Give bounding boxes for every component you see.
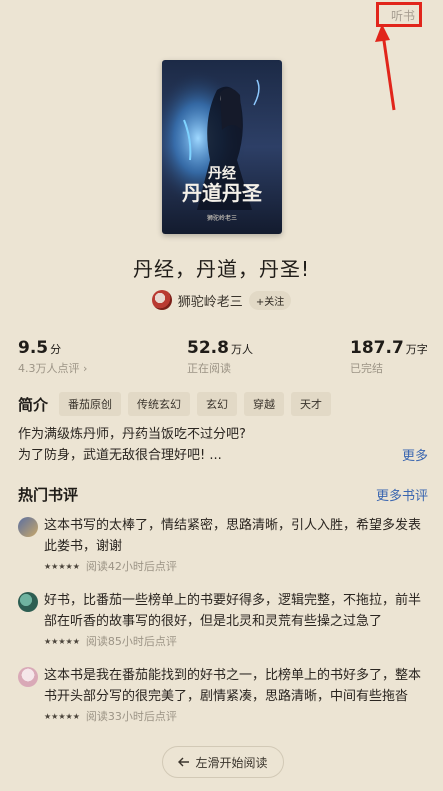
tag-traditional-fantasy[interactable]: 传统玄幻	[128, 392, 191, 416]
tag-fantasy[interactable]: 玄幻	[197, 392, 238, 416]
review-read-time: 阅读42小时后点评	[85, 560, 177, 573]
svg-text:狮驼岭老三: 狮驼岭老三	[207, 214, 237, 222]
review-stars: ★★★★★	[44, 561, 80, 571]
review-item[interactable]: 好书，比番茄一些榜单上的书要好得多，逻辑完整，不拖拉，前半部在听香的故事写的很好…	[18, 590, 428, 649]
wordcount-stat: 187.7 万字 已完结	[350, 338, 428, 376]
review-text: 这本书写的太棒了，情结紧密，思路清晰，引人入胜，希望多发表此娄书，谢谢	[44, 518, 422, 554]
intro-header: 简介 番茄原创 传统玄幻 玄幻 穿越 天才	[18, 392, 428, 416]
review-item[interactable]: 这本书是我在番茄能找到的好书之一，比榜单上的书好多了，整本书开头部分写的很完美了…	[18, 665, 428, 724]
completion-status: 已完结	[350, 362, 383, 375]
intro-line: 作为满级炼丹师，丹药当饭吃不过分吧?	[18, 427, 246, 442]
annotation-arrow-icon	[375, 24, 396, 111]
svg-text:丹经: 丹经	[208, 165, 236, 182]
tag-fanqie-original[interactable]: 番茄原创	[59, 392, 122, 416]
book-title: 丹经，丹道，丹圣!	[132, 257, 311, 281]
intro-more-link[interactable]: 更多	[402, 445, 428, 464]
review-meta: ★★★★★ 阅读85小时后点评	[44, 633, 428, 649]
reviewer-avatar[interactable]	[18, 517, 38, 537]
review-read-time: 阅读85小时后点评	[85, 635, 177, 648]
review-stars: ★★★★★	[44, 636, 80, 646]
rating-unit: 分	[50, 343, 62, 356]
review-text: 这本书是我在番茄能找到的好书之一，比榜单上的书好多了，整本书开头部分写的很完美了…	[44, 668, 422, 704]
readers-unit: 万人	[230, 343, 253, 356]
author-avatar[interactable]	[151, 290, 172, 310]
reviewer-avatar[interactable]	[18, 592, 38, 612]
review-item[interactable]: 这本书写的太棒了，情结紧密，思路清晰，引人入胜，希望多发表此娄书，谢谢 ★★★★…	[18, 515, 428, 574]
rating-stat[interactable]: 9.5 分 4.3万人点评 ›	[18, 338, 87, 376]
rating-count: 4.3万人点评 ›	[18, 362, 88, 375]
author-row: 狮驼岭老三 +关注	[0, 290, 443, 310]
more-reviews-link[interactable]: 更多书评	[376, 485, 428, 504]
book-cover[interactable]: 丹经 丹道丹圣 狮驼岭老三	[162, 60, 282, 234]
wordcount-unit: 万字	[405, 343, 428, 356]
readers-label: 正在阅读	[187, 362, 231, 375]
rating-value: 9.5	[18, 338, 49, 358]
review-meta: ★★★★★ 阅读33小时后点评	[44, 708, 428, 724]
reviews-header: 热门书评 更多书评	[18, 484, 428, 505]
book-stats: 9.5 分 4.3万人点评 › 52.8 万人 正在阅读 187.7 万字 已完结	[0, 338, 443, 378]
tag-genius[interactable]: 天才	[291, 392, 332, 416]
reviews-title: 热门书评	[18, 486, 79, 504]
svg-text:丹道丹圣: 丹道丹圣	[182, 181, 263, 205]
review-text: 好书，比番茄一些榜单上的书要好得多，逻辑完整，不拖拉，前半部在听香的故事写的很好…	[44, 593, 422, 629]
review-stars: ★★★★★	[44, 711, 80, 721]
readers-stat: 52.8 万人 正在阅读	[187, 338, 253, 376]
follow-button[interactable]: +关注	[248, 290, 292, 310]
wordcount-value: 187.7	[350, 338, 404, 358]
start-reading-button[interactable]: 左滑开始阅读	[162, 746, 284, 778]
arrow-left-icon	[178, 757, 190, 767]
readers-value: 52.8	[187, 338, 229, 358]
intro-label: 简介	[18, 395, 49, 414]
reviewer-avatar[interactable]	[18, 667, 38, 687]
review-read-time: 阅读33小时后点评	[85, 710, 177, 723]
intro-text[interactable]: 作为满级炼丹师，丹药当饭吃不过分吧? 为了防身，武道无敌很合理好吧! ...	[18, 424, 428, 466]
review-meta: ★★★★★ 阅读42小时后点评	[44, 558, 428, 574]
start-reading-label: 左滑开始阅读	[195, 755, 268, 770]
tag-time-travel[interactable]: 穿越	[244, 392, 285, 416]
author-name[interactable]: 狮驼岭老三	[178, 291, 243, 310]
intro-line: 为了防身，武道无敌很合理好吧! ...	[18, 448, 222, 463]
